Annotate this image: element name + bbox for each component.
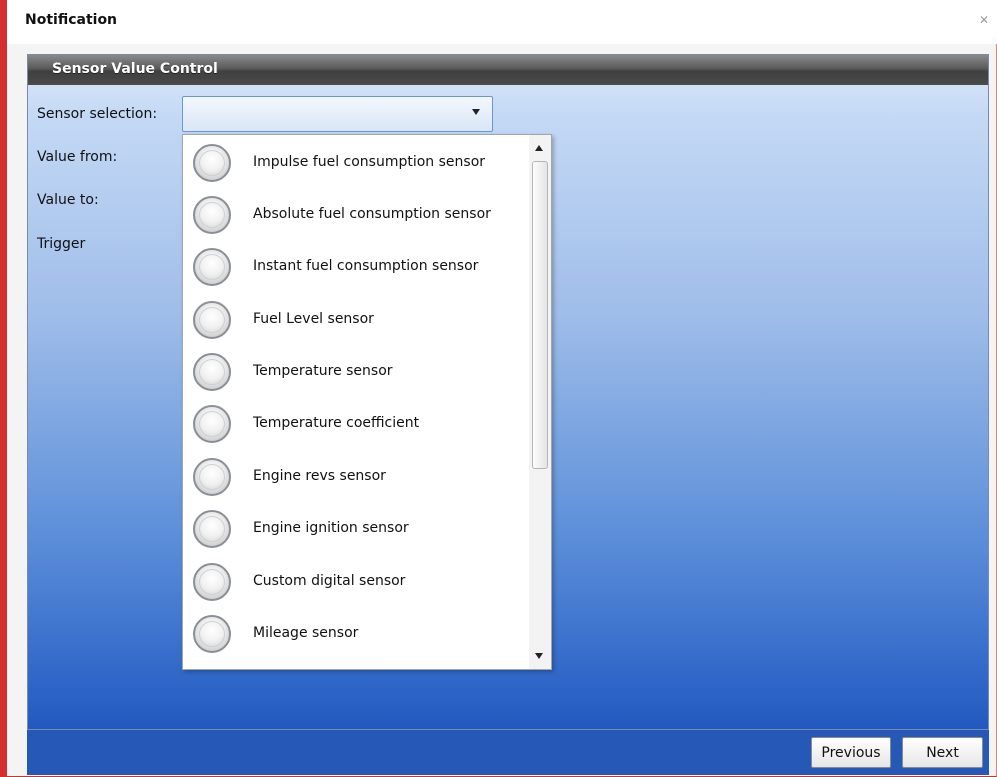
list-item[interactable]: Instant fuel consumption sensor [183, 240, 528, 292]
radio-button[interactable] [193, 615, 231, 653]
list-item[interactable]: Fuel Level sensor [183, 293, 528, 345]
previous-button[interactable]: Previous [811, 737, 891, 768]
list-item[interactable]: Engine revs sensor [183, 450, 528, 502]
list-item-label: Engine revs sensor [253, 468, 386, 484]
radio-button[interactable] [193, 144, 231, 182]
list-item[interactable]: Temperature coefficient [183, 397, 528, 449]
list-item-label: Mileage sensor [253, 625, 359, 641]
radio-button[interactable] [193, 353, 231, 391]
radio-button[interactable] [193, 510, 231, 548]
chevron-down-icon [472, 109, 480, 115]
list-item[interactable]: Custom digital sensor [183, 555, 528, 607]
radio-button[interactable] [193, 458, 231, 496]
list-item[interactable]: Impulse fuel consumption sensor [183, 136, 528, 188]
panel-header: Sensor Value Control [28, 55, 988, 85]
radio-button[interactable] [193, 301, 231, 339]
panel-title: Sensor Value Control [52, 61, 218, 77]
value-from-label: Value from: [37, 149, 118, 165]
list-item-label: Absolute fuel consumption sensor [253, 206, 491, 222]
next-button[interactable]: Next [902, 737, 983, 768]
list-item[interactable]: Engine ignition sensor [183, 502, 528, 554]
scrollbar-thumb[interactable] [532, 161, 548, 469]
list-item-label: Temperature sensor [253, 363, 393, 379]
sensor-selection-combobox[interactable] [182, 96, 493, 132]
list-item[interactable]: Mileage sensor [183, 607, 528, 659]
list-item-label: Temperature coefficient [253, 415, 420, 431]
scroll-up-icon[interactable] [535, 145, 543, 151]
close-icon[interactable]: ✕ [979, 13, 989, 27]
radio-button[interactable] [193, 563, 231, 601]
sensor-dropdown-list[interactable]: Impulse fuel consumption sensor Absolute… [182, 134, 552, 670]
list-item-label: Engine ignition sensor [253, 520, 409, 536]
title-bar: Notification ✕ [7, 0, 997, 44]
radio-button[interactable] [193, 405, 231, 443]
footer-bar: Previous Next [27, 730, 989, 775]
list-item-label: Custom digital sensor [253, 573, 406, 589]
trigger-label: Trigger [37, 236, 86, 252]
list-item-label: Fuel Level sensor [253, 311, 374, 327]
radio-button[interactable] [193, 248, 231, 286]
dropdown-scrollbar[interactable] [529, 135, 551, 669]
window-accent-bar [0, 0, 7, 777]
list-item-label: Impulse fuel consumption sensor [253, 154, 486, 170]
window-title: Notification [25, 12, 118, 28]
sensor-selection-label: Sensor selection: [37, 106, 158, 122]
list-item[interactable]: Temperature sensor [183, 345, 528, 397]
scroll-down-icon[interactable] [535, 653, 543, 659]
value-to-label: Value to: [37, 192, 99, 208]
list-item-label: Instant fuel consumption sensor [253, 258, 479, 274]
list-item[interactable]: Absolute fuel consumption sensor [183, 188, 528, 240]
radio-button[interactable] [193, 196, 231, 234]
